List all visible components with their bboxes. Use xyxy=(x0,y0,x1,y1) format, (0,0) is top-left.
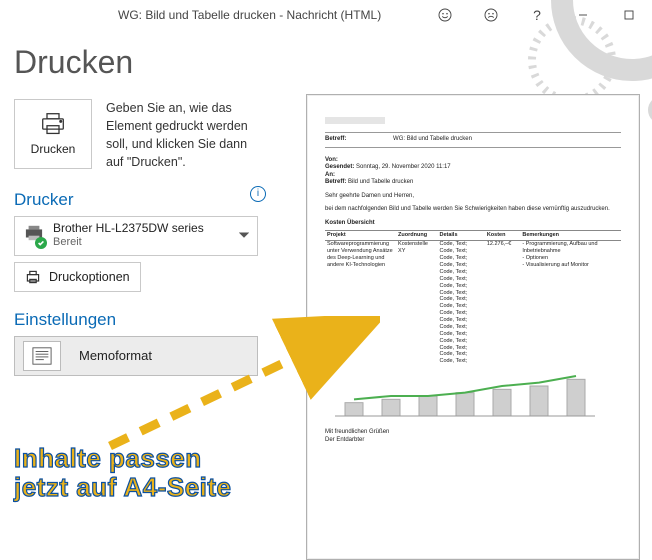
printer-status-icon xyxy=(23,224,45,247)
memo-format-label: Memoformat xyxy=(79,348,152,363)
printer-name: Brother HL-L2375DW series xyxy=(53,222,204,236)
printer-icon xyxy=(39,112,67,136)
preview-page: Betreff: WG: Bild und Tabelle drucken Vo… xyxy=(315,103,631,551)
title-bar: WG: Bild und Tabelle drucken - Nachricht… xyxy=(0,0,652,30)
memo-format-icon xyxy=(23,341,61,371)
preview-table: Projekt Zuordnung Details Kosten Bemerku… xyxy=(325,230,621,366)
settings-section-title: Einstellungen xyxy=(14,310,286,330)
print-button-label: Drucken xyxy=(31,142,76,156)
print-button[interactable]: Drucken xyxy=(14,99,92,169)
memo-format-button[interactable]: Memoformat xyxy=(14,336,258,376)
window-title: WG: Bild und Tabelle drucken - Nachricht… xyxy=(118,8,381,22)
print-options-label: Druckoptionen xyxy=(49,270,130,284)
maximize-button[interactable] xyxy=(606,0,652,30)
page-title: Drucken xyxy=(14,44,286,81)
help-icon[interactable]: ? xyxy=(514,0,560,30)
printer-status: Bereit xyxy=(53,236,204,249)
info-icon[interactable]: i xyxy=(250,186,266,202)
print-options-button[interactable]: Druckoptionen xyxy=(14,262,141,292)
print-options-icon xyxy=(25,269,41,285)
chevron-down-icon xyxy=(239,227,249,245)
print-hint-text: Geben Sie an, wie das Element gedruckt w… xyxy=(106,99,264,172)
minimize-button[interactable] xyxy=(560,0,606,30)
printer-section-title: Drucker xyxy=(14,190,74,210)
feedback-happy-icon[interactable] xyxy=(422,0,468,30)
print-preview: Betreff: WG: Bild und Tabelle drucken Vo… xyxy=(306,94,640,560)
preview-chart xyxy=(325,372,621,424)
feedback-sad-icon[interactable] xyxy=(468,0,514,30)
printer-select[interactable]: Brother HL-L2375DW series Bereit xyxy=(14,216,258,256)
ready-check-icon xyxy=(35,237,47,249)
